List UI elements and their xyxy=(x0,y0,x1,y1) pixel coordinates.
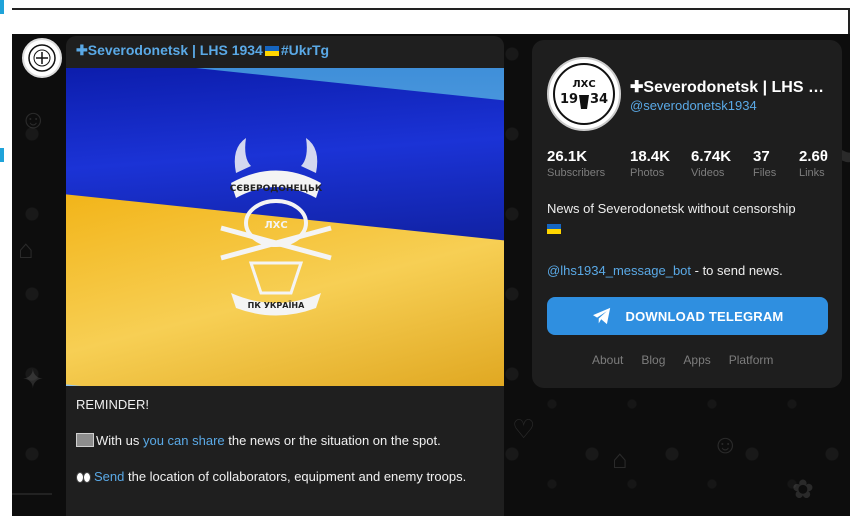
frame-border xyxy=(12,8,850,36)
eyes-icon xyxy=(76,471,92,483)
card-logo-text: ЛХС xyxy=(572,79,595,90)
download-telegram-button[interactable]: DOWNLOAD TELEGRAM xyxy=(547,297,828,335)
share-link[interactable]: you can share xyxy=(143,433,225,448)
pattern-icon: ⌂ xyxy=(612,444,628,474)
stat-label: Videos xyxy=(691,167,725,179)
footer-link-about[interactable]: About xyxy=(592,353,623,367)
footer-link-platform[interactable]: Platform xyxy=(729,353,774,367)
ukraine-flag-icon xyxy=(264,46,279,56)
stat-links[interactable]: 2.6θ Links xyxy=(799,148,837,188)
post-text: With us xyxy=(96,433,143,448)
pattern-icon: ✿ xyxy=(792,474,814,504)
cat-icon: ☺ xyxy=(20,104,47,134)
stat-files[interactable]: 37 Files xyxy=(753,148,799,188)
emblem-top-text: СЄВЕРОДОНЕЦЬК xyxy=(230,184,323,194)
stat-label: Photos xyxy=(630,167,665,179)
download-label: DOWNLOAD TELEGRAM xyxy=(625,308,784,324)
card-channel-handle[interactable]: @severodonetsk1934 xyxy=(630,98,757,113)
stat-subscribers: 26.1K Subscribers xyxy=(547,148,630,188)
send-link[interactable]: Send xyxy=(94,469,124,484)
emblem-center-text: ЛХС xyxy=(264,220,287,231)
channel-stats: 26.1K Subscribers 18.4K Photos 6.74K Vid… xyxy=(547,148,837,188)
logo-icon xyxy=(28,44,56,72)
post-line: Send the location of collaborators, equi… xyxy=(76,468,496,486)
emblem-bottom-text: ПК УКРАЇНА xyxy=(248,300,305,310)
frame-border xyxy=(12,493,52,495)
channel-info-card: ЛХС 19 34 ✚Severodonetsk | LHS 19... @se… xyxy=(532,40,842,388)
stat-value: 37 xyxy=(753,148,770,165)
post-body: REMINDER! With us you can share the news… xyxy=(76,396,496,504)
post-line: REMINDER! xyxy=(76,397,149,412)
logo-icon: ЛХС 19 34 xyxy=(553,63,615,125)
bot-link[interactable]: @lhs1934_message_bot xyxy=(547,263,691,278)
stat-value: 2.6θ xyxy=(799,148,828,165)
post-text: the location of collaborators, equipment… xyxy=(124,469,467,484)
stat-value: 6.74K xyxy=(691,148,732,165)
footer-link-apps[interactable]: Apps xyxy=(683,353,710,367)
accent-bar xyxy=(0,0,4,14)
post-text: the news or the situation on the spot. xyxy=(224,433,441,448)
stat-photos[interactable]: 18.4K Photos xyxy=(630,148,691,188)
accent-bar xyxy=(0,148,4,162)
footer-links: About Blog Apps Platform xyxy=(592,353,773,367)
stat-videos[interactable]: 6.74K Videos xyxy=(691,148,753,188)
telegram-icon xyxy=(592,307,610,325)
post-channel-title[interactable]: ✚Severodonetsk | LHS 1934 #UkrTg xyxy=(76,42,329,59)
card-logo-year-left: 19 xyxy=(560,92,578,107)
post-hashtag[interactable]: #UkrTg xyxy=(281,42,329,58)
stat-value: 18.4K xyxy=(630,148,671,165)
pattern-icon: ♡ xyxy=(512,414,536,444)
footer-link-blog[interactable]: Blog xyxy=(641,353,665,367)
post-line: With us you can share the news or the si… xyxy=(76,432,496,450)
post-channel-name[interactable]: ✚Severodonetsk | LHS 1934 xyxy=(76,42,263,58)
post-photo[interactable]: СЄВЕРОДОНЕЦЬК ЛХС ПК УКРАЇНА xyxy=(66,68,504,386)
house-icon: ⌂ xyxy=(18,234,34,264)
emblem-icon: СЄВЕРОДОНЕЦЬК ЛХС ПК УКРАЇНА xyxy=(220,138,332,316)
card-logo-year-right: 34 xyxy=(590,92,608,107)
bot-line: @lhs1934_message_bot - to send news. xyxy=(547,263,783,278)
ukraine-flag-icon xyxy=(547,224,561,234)
stat-value: 26.1K xyxy=(547,148,588,165)
channel-card-avatar: ЛХС 19 34 xyxy=(547,57,621,131)
stat-label: Links xyxy=(799,167,825,179)
pattern-icon: ☺ xyxy=(712,429,739,459)
bone-icon: ✦ xyxy=(22,364,44,394)
bot-text: - to send news. xyxy=(691,263,783,278)
description-text: News of Severodonetsk without censorship xyxy=(547,201,796,216)
channel-avatar[interactable] xyxy=(22,38,62,78)
channel-post: ✚Severodonetsk | LHS 1934 #UkrTg СЄВЕРОДО… xyxy=(66,36,504,516)
stat-label: Subscribers xyxy=(547,167,606,179)
channel-description: News of Severodonetsk without censorship xyxy=(547,200,832,239)
tv-icon xyxy=(76,433,94,447)
stat-label: Files xyxy=(753,167,777,179)
card-channel-name: ✚Severodonetsk | LHS 19... xyxy=(630,79,830,96)
